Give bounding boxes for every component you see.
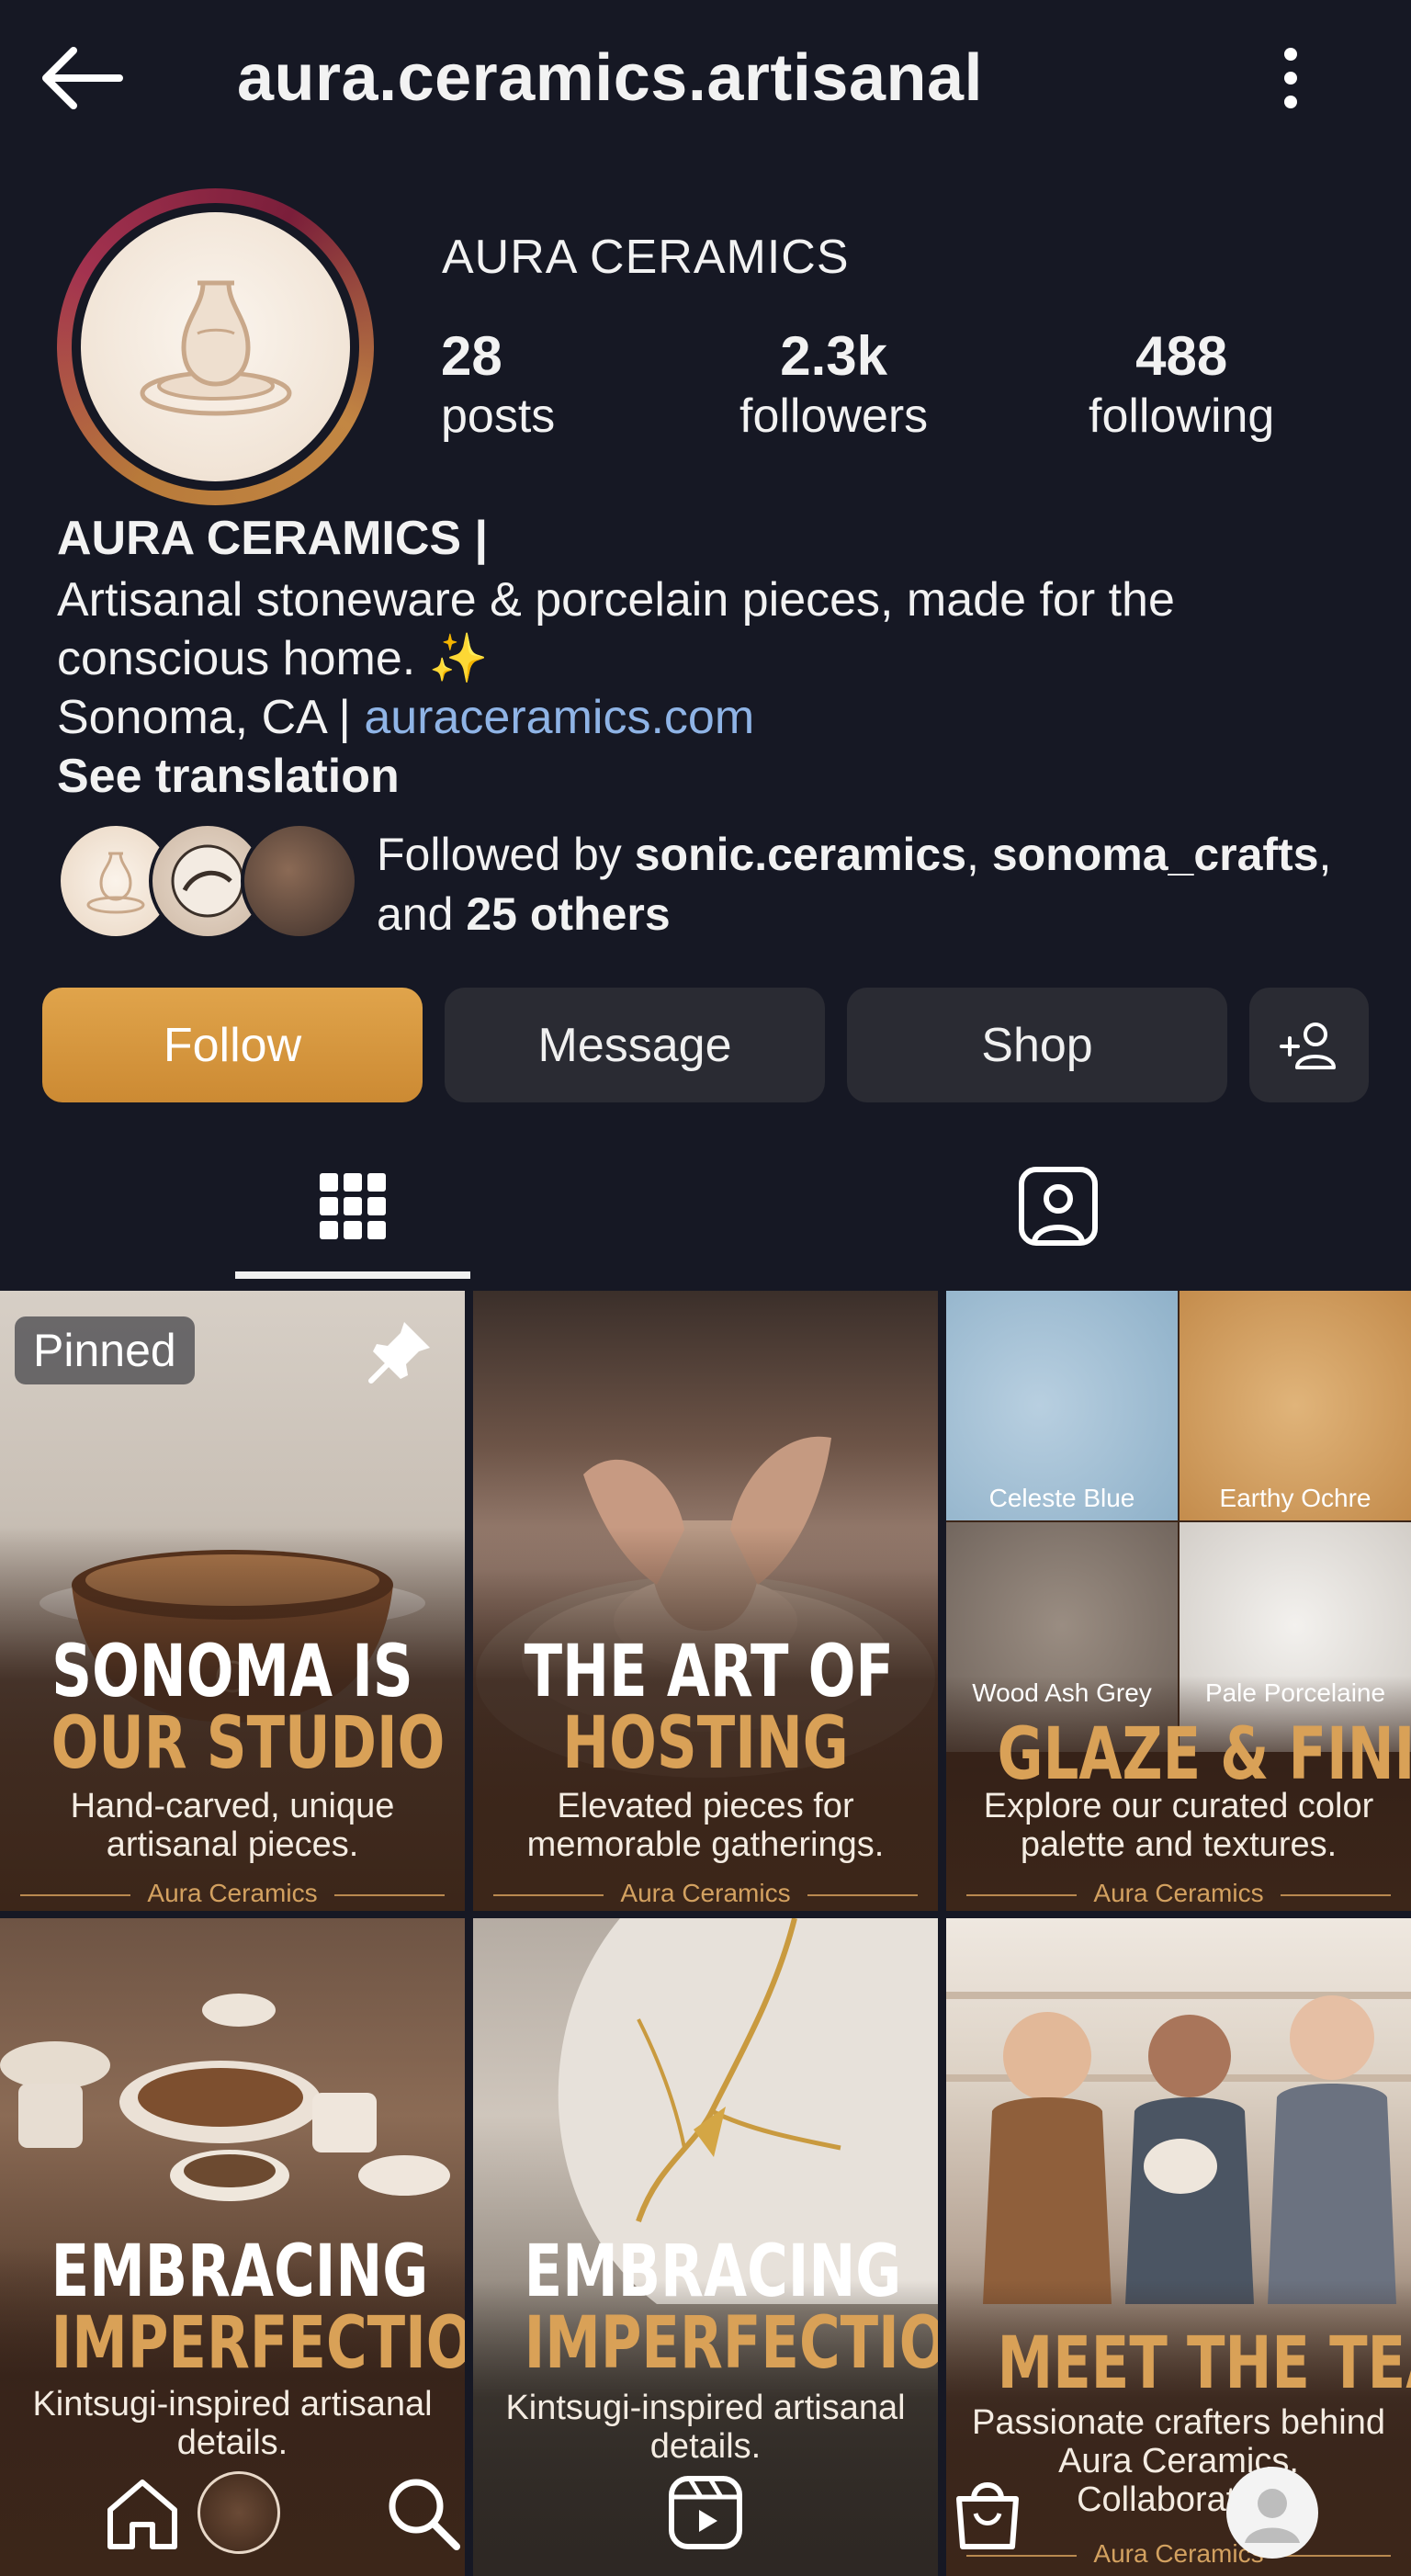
nav-reels[interactable] xyxy=(655,2462,756,2563)
nav-avatar[interactable] xyxy=(188,2462,289,2563)
following-label: following xyxy=(1089,390,1275,443)
post-title: THE ART OF xyxy=(524,1631,894,1713)
post-title: EMBRACING xyxy=(51,2231,429,2313)
tagged-icon xyxy=(1019,1167,1098,1246)
bio-line-2: conscious home. ✨ xyxy=(57,632,489,685)
nav-shop[interactable] xyxy=(937,2462,1038,2563)
mutual-user-1[interactable]: sonic.ceramics xyxy=(635,829,966,880)
mutual-user-2[interactable]: sonoma_crafts xyxy=(992,829,1319,880)
back-button[interactable] xyxy=(37,37,138,119)
bio-line-1: Artisanal stoneware & porcelain pieces, … xyxy=(57,573,1175,627)
arrow-left-icon xyxy=(42,47,123,109)
followed-by-and: and xyxy=(377,888,467,940)
followers-label: followers xyxy=(739,390,929,443)
post-caption-1: Kintsugi-inspired artisanal xyxy=(32,2385,433,2423)
website-link[interactable]: auraceramics.com xyxy=(364,691,754,744)
post-title: SONOMA IS xyxy=(51,1631,413,1713)
bio-location-line: Sonoma, CA | auraceramics.com xyxy=(57,689,754,746)
bio-name: AURA CERAMICS | xyxy=(57,512,489,565)
post-tile[interactable]: THE ART OF HOSTING Elevated pieces for m… xyxy=(473,1291,938,1911)
nav-profile[interactable] xyxy=(1222,2462,1323,2563)
swatch-label: Celeste Blue xyxy=(988,1484,1135,1512)
pinned-badge: Pinned xyxy=(15,1316,195,1384)
swatch-label: Earthy Ochre xyxy=(1219,1484,1371,1512)
mutual-avatar xyxy=(241,822,358,940)
more-options-button[interactable] xyxy=(1259,41,1323,115)
post-caption-2: memorable gatherings. xyxy=(526,1825,885,1864)
post-subtitle: MEET THE TEAM xyxy=(997,2322,1411,2405)
post-caption-2: details. xyxy=(649,2427,762,2466)
post-caption-1: Explore our curated color xyxy=(983,1787,1374,1825)
pin-icon xyxy=(368,1322,430,1384)
following-value: 488 xyxy=(1135,325,1228,387)
add-user-icon xyxy=(1280,1022,1336,1069)
shop-button[interactable]: Shop xyxy=(847,988,1227,1102)
profile-avatar[interactable] xyxy=(57,188,374,505)
post-subtitle: OUR STUDIO xyxy=(51,1702,446,1785)
posts-value: 28 xyxy=(441,325,502,387)
message-button[interactable]: Message xyxy=(445,988,825,1102)
post-caption-1: Passionate crafters behind xyxy=(972,2403,1385,2442)
post-tile[interactable]: Celeste Blue Earthy Ochre Wood Ash Grey … xyxy=(946,1291,1411,1911)
followed-by-separator: , xyxy=(966,829,992,880)
mutual-others[interactable]: 25 others xyxy=(466,888,670,940)
followed-by-prefix: Followed by xyxy=(377,829,635,880)
post-caption-2: details. xyxy=(176,2423,288,2462)
post-caption-1: Hand-carved, unique xyxy=(70,1787,395,1825)
post-subtitle: HOSTING xyxy=(562,1702,849,1785)
add-user-button[interactable] xyxy=(1249,988,1369,1102)
profile-display-name: AURA CERAMICS xyxy=(442,231,850,284)
posts-count[interactable]: 28 posts xyxy=(441,326,555,446)
active-tab-indicator xyxy=(235,1271,470,1279)
profile-username: aura.ceramics.artisanal xyxy=(237,41,984,115)
post-brand: Aura Ceramics xyxy=(0,1879,465,1908)
posts-label: posts xyxy=(441,390,556,443)
tab-posts-grid[interactable] xyxy=(0,1137,706,1275)
post-subtitle: IMPERFECTION xyxy=(524,2302,938,2385)
profile-icon xyxy=(1226,2467,1318,2559)
nav-home[interactable] xyxy=(92,2462,193,2563)
tab-tagged[interactable] xyxy=(706,1137,1411,1275)
more-vertical-icon xyxy=(1284,48,1297,108)
swatch-label: Wood Ash Grey xyxy=(972,1678,1152,1707)
post-subtitle: GLAZE & FINISHES xyxy=(997,1713,1411,1796)
followers-count[interactable]: 2.3k followers xyxy=(739,326,928,446)
post-caption-1: Elevated pieces for xyxy=(557,1787,854,1825)
post-subtitle: IMPERFECTION xyxy=(51,2302,465,2385)
post-brand: Aura Ceramics xyxy=(946,1879,1411,1908)
post-caption-2: artisanal pieces. xyxy=(106,1825,359,1864)
followed-by-text[interactable]: Followed by sonic.ceramics, sonoma_craft… xyxy=(377,825,1396,944)
nav-search[interactable] xyxy=(372,2462,473,2563)
shop-bag-icon xyxy=(956,2482,1019,2549)
followed-by-comma: , xyxy=(1318,829,1332,880)
vase-logo-icon xyxy=(140,280,291,415)
search-icon xyxy=(389,2479,460,2550)
swatch-label: Pale Porcelaine xyxy=(1204,1678,1386,1707)
followers-value: 2.3k xyxy=(780,325,887,387)
post-caption-1: Kintsugi-inspired artisanal xyxy=(505,2389,906,2427)
mutual-followers-avatars[interactable] xyxy=(57,822,358,940)
bio-location: Sonoma, CA | xyxy=(57,691,365,744)
see-translation-link[interactable]: See translation xyxy=(57,749,400,804)
avatar xyxy=(198,2471,280,2554)
following-count[interactable]: 488 following xyxy=(1089,326,1274,446)
post-tile[interactable]: Pinned SONOMA IS OUR STUDIO Hand-carved,… xyxy=(0,1291,465,1911)
post-caption-2: palette and textures. xyxy=(1020,1825,1338,1864)
home-icon xyxy=(107,2480,177,2549)
reels-icon xyxy=(669,2476,742,2549)
follow-button[interactable]: Follow xyxy=(42,988,423,1102)
post-brand: Aura Ceramics xyxy=(473,1879,938,1908)
grid-icon xyxy=(320,1173,386,1239)
post-title: EMBRACING xyxy=(524,2231,902,2313)
